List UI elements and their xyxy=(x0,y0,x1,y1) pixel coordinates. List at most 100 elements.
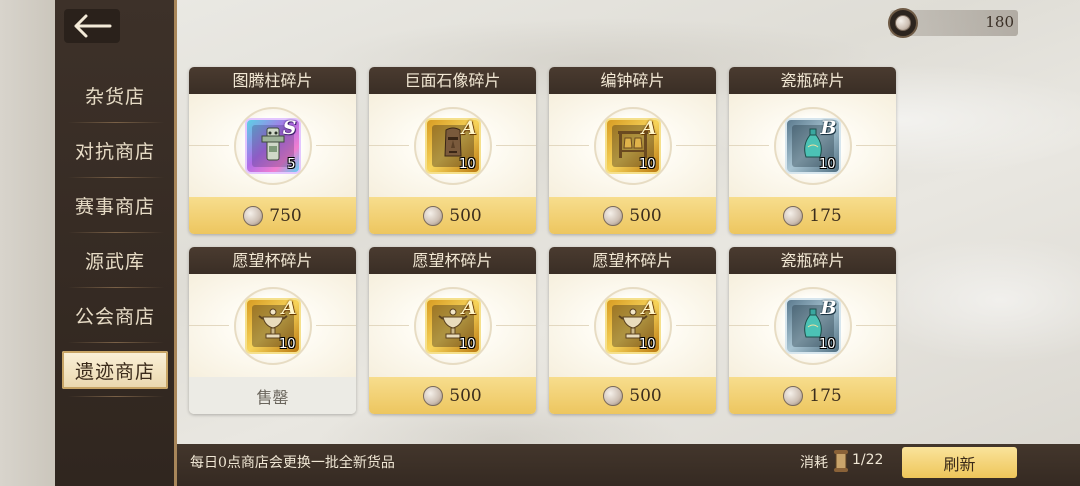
price-button[interactable]: 500 xyxy=(369,377,536,414)
divider xyxy=(729,325,769,326)
item-quantity: 10 xyxy=(638,336,656,352)
item-price: 售罄 xyxy=(256,387,289,407)
item-quantity: 10 xyxy=(458,156,476,172)
shell-coin-icon xyxy=(423,385,444,406)
item-quantity: 10 xyxy=(638,156,656,172)
item-quantity: 10 xyxy=(818,156,836,172)
grade-badge: B xyxy=(820,116,837,139)
shop-item-card[interactable]: 编钟碎片 A 10 500 xyxy=(549,67,716,234)
item-price: 500 xyxy=(449,385,482,406)
divider xyxy=(676,325,716,326)
divider xyxy=(369,145,409,146)
nav-divider xyxy=(68,287,164,288)
item-price: 175 xyxy=(809,385,842,406)
item-display: A 10 xyxy=(369,94,536,197)
shell-coin-icon xyxy=(783,385,804,406)
sidebar-item-event-shop[interactable]: 赛事商店 xyxy=(62,186,168,224)
price-button[interactable]: 500 xyxy=(549,377,716,414)
divider xyxy=(189,145,229,146)
divider xyxy=(496,145,536,146)
item-title: 图腾柱碎片 xyxy=(189,67,356,94)
shell-coin-icon xyxy=(783,205,804,226)
shell-coin-icon xyxy=(603,205,624,226)
item-icon-frame[interactable]: B 10 xyxy=(784,297,841,354)
item-title: 巨面石像碎片 xyxy=(369,67,536,94)
divider xyxy=(549,145,589,146)
shop-item-card[interactable]: 愿望杯碎片 A 10 500 xyxy=(549,247,716,414)
item-icon-frame[interactable]: A 10 xyxy=(604,116,661,174)
item-display: A 10 xyxy=(369,274,536,377)
back-button[interactable] xyxy=(64,9,120,43)
grade-badge: A xyxy=(281,296,297,319)
price-button[interactable]: 175 xyxy=(729,197,896,234)
item-title: 编钟碎片 xyxy=(549,67,716,94)
shop-item-card[interactable]: 愿望杯碎片 A 10 500 xyxy=(369,247,536,414)
nav-divider xyxy=(68,232,164,233)
arrow-left-icon xyxy=(74,14,112,38)
refresh-button[interactable]: 刷新 xyxy=(902,447,1017,478)
sidebar-item-guild-shop[interactable]: 公会商店 xyxy=(62,296,168,334)
price-button[interactable]: 750 xyxy=(189,197,356,234)
item-display: S 5 xyxy=(189,94,356,197)
shell-coin-icon xyxy=(603,385,624,406)
price-button[interactable]: 500 xyxy=(369,197,536,234)
item-quantity: 10 xyxy=(458,336,476,352)
nav-divider xyxy=(68,342,164,343)
item-title: 愿望杯碎片 xyxy=(369,247,536,274)
item-price: 500 xyxy=(629,385,662,406)
nav-divider xyxy=(68,177,164,178)
item-price: 500 xyxy=(629,205,662,226)
sidebar-item-armory[interactable]: 源武库 xyxy=(62,241,168,279)
cost-label: 消耗 xyxy=(800,455,828,471)
currency-value: 180 xyxy=(985,13,1014,31)
item-title: 愿望杯碎片 xyxy=(549,247,716,274)
price-button[interactable]: 175 xyxy=(729,377,896,414)
item-display: A 10 xyxy=(549,274,716,377)
shop-item-card[interactable]: 巨面石像碎片 A 10 500 xyxy=(369,67,536,234)
sold-out-label: 售罄 xyxy=(189,377,356,414)
price-button[interactable]: 500 xyxy=(549,197,716,234)
item-display: A 10 xyxy=(189,274,356,377)
item-price: 500 xyxy=(449,205,482,226)
shop-item-card[interactable]: 愿望杯碎片 A 10 售罄 xyxy=(189,247,356,414)
divider xyxy=(369,325,409,326)
item-quantity: 10 xyxy=(278,336,296,352)
grade-badge: A xyxy=(641,116,657,139)
item-icon-frame[interactable]: A 10 xyxy=(424,116,481,174)
left-edge-strip xyxy=(0,0,55,486)
grade-badge: A xyxy=(461,296,477,319)
item-title: 愿望杯碎片 xyxy=(189,247,356,274)
nav-divider xyxy=(68,122,164,123)
item-icon-frame[interactable]: B 10 xyxy=(784,116,841,174)
divider xyxy=(316,325,356,326)
shop-item-card[interactable]: 图腾柱碎片 S 5 750 xyxy=(189,67,356,234)
item-display: B 10 xyxy=(729,274,896,377)
divider xyxy=(189,325,229,326)
divider xyxy=(856,325,896,326)
item-quantity: 10 xyxy=(818,336,836,352)
shop-item-card[interactable]: 瓷瓶碎片 B 10 175 xyxy=(729,67,896,234)
grade-badge: S xyxy=(282,116,297,139)
item-price: 175 xyxy=(809,205,842,226)
item-icon-frame[interactable]: A 10 xyxy=(604,296,661,354)
refresh-notice: 每日0点商店会更换一批全新货品 xyxy=(190,455,395,471)
scroll-icon xyxy=(834,450,848,472)
sidebar-item-grocery[interactable]: 杂货店 xyxy=(62,76,168,114)
sidebar-item-pvp-shop[interactable]: 对抗商店 xyxy=(62,131,168,169)
cost-value: 1/22 xyxy=(852,452,884,468)
grade-badge: A xyxy=(461,116,477,139)
grade-badge: A xyxy=(641,296,657,319)
item-quantity: 5 xyxy=(287,156,296,172)
divider xyxy=(676,145,716,146)
divider xyxy=(316,145,356,146)
item-icon-frame[interactable]: S 5 xyxy=(244,116,301,174)
item-price: 750 xyxy=(269,205,302,226)
shop-item-card[interactable]: 瓷瓶碎片 B 10 175 xyxy=(729,247,896,414)
item-icon-frame[interactable]: A 10 xyxy=(244,296,301,354)
shell-coin-icon xyxy=(423,205,444,226)
nav-divider xyxy=(68,396,164,397)
item-title: 瓷瓶碎片 xyxy=(729,67,896,94)
item-title: 瓷瓶碎片 xyxy=(729,247,896,274)
item-icon-frame[interactable]: A 10 xyxy=(424,296,481,354)
sidebar-item-ruins-shop[interactable]: 遗迹商店 xyxy=(62,351,168,389)
